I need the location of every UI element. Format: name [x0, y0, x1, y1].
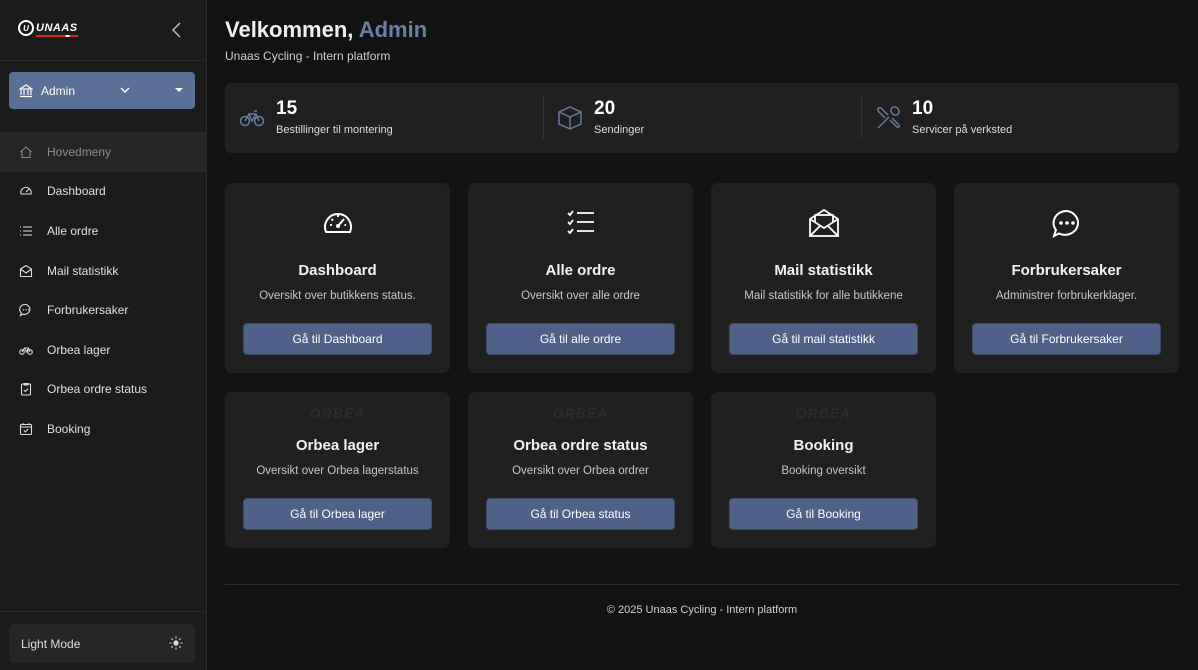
- sidebar-item-booking[interactable]: Booking: [0, 409, 206, 449]
- go-to-forbrukersaker-button[interactable]: Gå til Forbrukersaker: [972, 323, 1161, 355]
- card-description: Administrer forbrukerklager.: [995, 290, 1138, 302]
- bike-icon: [239, 110, 265, 127]
- card-title: Mail statistikk: [774, 262, 873, 279]
- sidebar-item-dashboard[interactable]: Dashboard: [0, 172, 206, 212]
- stat-value: 10: [912, 98, 934, 119]
- footer-text: © 2025 Unaas Cycling - Intern platform: [606, 604, 798, 616]
- list-icon: [19, 224, 33, 238]
- building-icon: [19, 83, 33, 97]
- stats-bar: 15 Bestillinger til montering 20 Sending…: [225, 83, 1179, 153]
- gauge-icon: [323, 213, 352, 233]
- card-description: Oversikt over alle ordre: [521, 290, 640, 302]
- card-description: Oversikt over Orbea lagerstatus: [256, 465, 419, 477]
- gauge-icon: [19, 184, 33, 198]
- collapse-sidebar-icon[interactable]: [170, 20, 184, 40]
- card-description: Booking oversikt: [781, 465, 866, 477]
- orbea-logo: ORBEA: [795, 405, 852, 421]
- card-description: Oversikt over butikkens status.: [259, 290, 416, 302]
- sun-icon: [169, 636, 183, 650]
- logo-text: UNAAS: [36, 22, 78, 37]
- orbea-logo: ORBEA: [309, 405, 366, 421]
- envelope-open-icon: [808, 208, 839, 237]
- dropdown-caret-icon: [175, 88, 183, 92]
- page-subtitle: Unaas Cycling - Intern platform: [225, 49, 391, 63]
- card-title: Orbea lager: [295, 437, 380, 454]
- card-orbea-lager: ORBEA Orbea lager Oversikt over Orbea la…: [225, 392, 450, 548]
- sidebar-footer: Light Mode: [0, 611, 206, 670]
- sidebar: U UNAAS Admin Hovedmeny Dashboard Alle o…: [0, 0, 207, 670]
- go-to-alle-ordre-button[interactable]: Gå til alle ordre: [486, 323, 675, 355]
- sidebar-item-forbrukersaker[interactable]: Forbrukersaker: [0, 290, 206, 330]
- go-to-orbea-lager-button[interactable]: Gå til Orbea lager: [243, 498, 432, 530]
- stat-label: Servicer på verksted: [912, 124, 1013, 136]
- light-mode-toggle[interactable]: Light Mode: [9, 624, 195, 663]
- sidebar-item-label: Orbea ordre status: [47, 382, 148, 397]
- stat-servicer: 10 Servicer på verksted: [861, 83, 1179, 153]
- card-orbea-ordre-status: ORBEA Orbea ordre status Oversikt over O…: [468, 392, 693, 548]
- card-dashboard: Dashboard Oversikt over butikkens status…: [225, 183, 450, 373]
- sidebar-item-label: Mail statistikk: [47, 263, 119, 278]
- greeting-text: Velkommen,: [225, 17, 354, 42]
- stat-value: 15: [276, 98, 298, 119]
- card-title: Dashboard: [298, 262, 377, 279]
- card-description: Oversikt over Orbea ordrer: [512, 465, 649, 477]
- go-to-mail-statistikk-button[interactable]: Gå til mail statistikk: [729, 323, 918, 355]
- main-content: Velkommen, Admin Unaas Cycling - Intern …: [207, 0, 1198, 670]
- card-title: Alle ordre: [545, 262, 616, 279]
- stat-value: 20: [594, 98, 616, 119]
- chat-dots-icon: [1051, 209, 1079, 238]
- sidebar-item-orbea-ordre-status[interactable]: Orbea ordre status: [0, 370, 206, 410]
- stat-label: Bestillinger til montering: [276, 124, 393, 136]
- sidebar-item-label: Orbea lager: [47, 342, 111, 357]
- unaas-logo[interactable]: U UNAAS: [18, 20, 78, 37]
- box-icon: [558, 106, 582, 130]
- sidebar-item-alle-ordre[interactable]: Alle ordre: [0, 211, 206, 251]
- bike-icon: [19, 343, 33, 357]
- sidebar-item-label: Alle ordre: [47, 223, 99, 238]
- footer-divider: [225, 584, 1179, 585]
- card-title: Forbrukersaker: [1011, 262, 1122, 279]
- user-name: Admin: [358, 17, 428, 42]
- sidebar-item-mail-statistikk[interactable]: Mail statistikk: [0, 251, 206, 291]
- sidebar-item-label: Booking: [47, 421, 91, 436]
- card-alle-ordre: Alle ordre Oversikt over alle ordre Gå t…: [468, 183, 693, 373]
- card-forbrukersaker: Forbrukersaker Administrer forbrukerklag…: [954, 183, 1179, 373]
- role-select[interactable]: Admin: [9, 72, 195, 109]
- calendar-check-icon: [19, 422, 33, 436]
- role-select-value: Admin: [41, 83, 76, 98]
- checklist-icon: [566, 210, 594, 235]
- home-icon: [19, 145, 33, 159]
- sidebar-item-label: Hovedmeny: [47, 144, 112, 159]
- logo-mark-icon: U: [18, 20, 34, 36]
- card-mail-statistikk: Mail statistikk Mail statistikk for alle…: [711, 183, 936, 373]
- go-to-booking-button[interactable]: Gå til Booking: [729, 498, 918, 530]
- card-booking: ORBEA Booking Booking oversikt Gå til Bo…: [711, 392, 936, 548]
- stat-sendinger: 20 Sendinger: [543, 83, 861, 153]
- chevron-down-icon: [120, 87, 130, 93]
- stat-label: Sendinger: [594, 124, 645, 136]
- clipboard-check-icon: [19, 382, 33, 396]
- page-title: Velkommen, Admin: [225, 17, 427, 43]
- chat-icon: [19, 303, 33, 317]
- card-title: Booking: [793, 437, 854, 454]
- go-to-orbea-status-button[interactable]: Gå til Orbea status: [486, 498, 675, 530]
- card-title: Orbea ordre status: [513, 437, 648, 454]
- sidebar-item-hovedmeny[interactable]: Hovedmeny: [0, 132, 206, 172]
- tools-icon: [877, 106, 900, 129]
- light-mode-label: Light Mode: [21, 636, 81, 651]
- go-to-dashboard-button[interactable]: Gå til Dashboard: [243, 323, 432, 355]
- sidebar-item-orbea-lager[interactable]: Orbea lager: [0, 330, 206, 370]
- mail-icon: [19, 264, 33, 278]
- orbea-logo: ORBEA: [552, 405, 609, 421]
- sidebar-item-label: Forbrukersaker: [47, 303, 129, 318]
- stat-bestillinger: 15 Bestillinger til montering: [225, 83, 543, 153]
- sidebar-item-label: Dashboard: [47, 184, 106, 199]
- sidebar-header: U UNAAS: [0, 0, 206, 61]
- card-description: Mail statistikk for alle butikkene: [744, 290, 903, 302]
- sidebar-nav: Hovedmeny Dashboard Alle ordre Mail stat…: [0, 132, 206, 449]
